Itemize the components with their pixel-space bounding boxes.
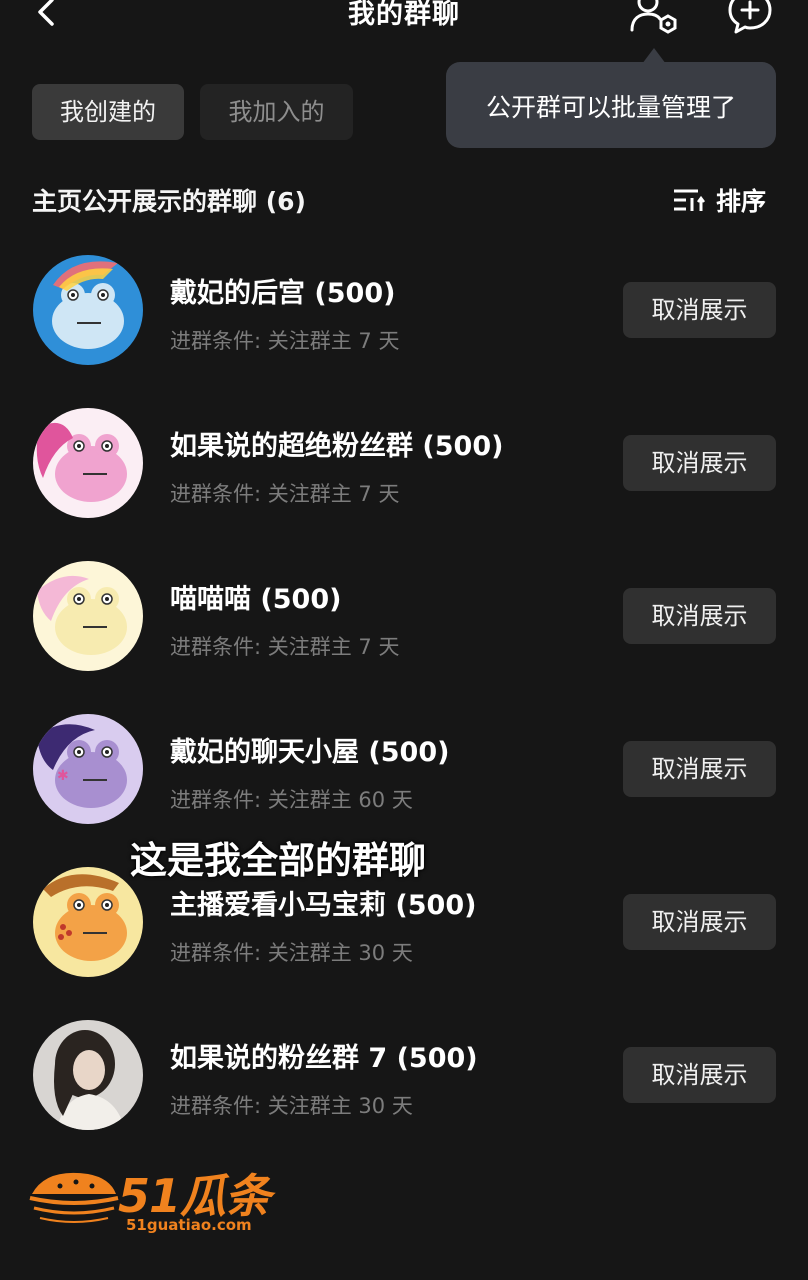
cancel-display-button[interactable]: 取消展示 — [623, 588, 776, 644]
group-row[interactable]: 如果说的粉丝群 7 (500) 进群条件: 关注群主 30 天 取消展示 — [0, 1020, 808, 1160]
cancel-display-button[interactable]: 取消展示 — [623, 282, 776, 338]
group-settings-icon — [630, 0, 677, 34]
chat-plus-icon — [728, 0, 772, 34]
group-row[interactable]: 如果说的超绝粉丝群 (500) 进群条件: 关注群主 7 天 取消展示 — [0, 408, 808, 548]
group-name: 主播爱看小马宝莉 (500) — [170, 890, 477, 921]
watermark-logo: 51瓜条 51guatiao.com — [26, 1160, 286, 1240]
group-name: 喵喵喵 (500) — [170, 584, 342, 615]
frog-avatar-image — [33, 561, 143, 671]
frog-avatar-image — [33, 255, 143, 365]
group-avatar — [33, 867, 143, 977]
cancel-display-button[interactable]: 取消展示 — [623, 1047, 776, 1103]
cancel-display-button[interactable]: 取消展示 — [623, 741, 776, 797]
group-row[interactable]: 戴妃的后宫 (500) 进群条件: 关注群主 7 天 取消展示 — [0, 255, 808, 395]
group-avatar — [33, 1020, 143, 1130]
group-name: 如果说的粉丝群 7 (500) — [170, 1043, 478, 1074]
page-title: 我的群聊 — [348, 0, 460, 30]
group-join-condition: 进群条件: 关注群主 7 天 — [170, 635, 400, 659]
tab-created[interactable]: 我创建的 — [32, 84, 184, 140]
new-group-chat-button[interactable] — [722, 0, 778, 36]
group-manage-button[interactable] — [626, 0, 682, 36]
group-name: 戴妃的后宫 (500) — [170, 278, 396, 309]
group-avatar: ✱ — [33, 714, 143, 824]
group-name: 戴妃的聊天小屋 (500) — [170, 737, 450, 768]
group-join-condition: 进群条件: 关注群主 7 天 — [170, 329, 400, 353]
frog-avatar-image: ✱ — [33, 714, 143, 824]
sort-icon — [674, 189, 705, 211]
cancel-display-button[interactable]: 取消展示 — [623, 435, 776, 491]
svg-text:✱: ✱ — [57, 768, 69, 784]
group-join-condition: 进群条件: 关注群主 30 天 — [170, 1094, 413, 1118]
sort-label: 排序 — [716, 187, 767, 216]
video-caption: 这是我全部的群聊 — [130, 839, 426, 882]
watermark-url: 51guatiao.com — [126, 1216, 252, 1234]
group-avatar — [33, 255, 143, 365]
group-join-condition: 进群条件: 关注群主 7 天 — [170, 482, 400, 506]
frog-avatar-image — [33, 408, 143, 518]
cancel-display-button[interactable]: 取消展示 — [623, 894, 776, 950]
group-avatar — [33, 561, 143, 671]
group-join-condition: 进群条件: 关注群主 30 天 — [170, 941, 413, 965]
group-row[interactable]: 主播爱看小马宝莉 (500) 进群条件: 关注群主 30 天 取消展示 — [0, 867, 808, 1007]
photo-avatar-image — [33, 1020, 143, 1130]
group-avatar — [33, 408, 143, 518]
group-join-condition: 进群条件: 关注群主 60 天 — [170, 788, 413, 812]
tab-joined[interactable]: 我加入的 — [200, 84, 353, 140]
sort-button[interactable]: 排序 — [672, 182, 766, 218]
batch-manage-tooltip: 公开群可以批量管理了 — [446, 62, 776, 148]
frog-avatar-image — [33, 867, 143, 977]
top-bar: 我的群聊 — [0, 0, 808, 40]
tooltip-text: 公开群可以批量管理了 — [485, 93, 736, 122]
section-title: 主页公开展示的群聊 (6) — [32, 187, 306, 216]
group-name: 如果说的超绝粉丝群 (500) — [170, 431, 504, 462]
melon-icon — [29, 1172, 119, 1223]
group-row[interactable]: 喵喵喵 (500) 进群条件: 关注群主 7 天 取消展示 — [0, 561, 808, 701]
